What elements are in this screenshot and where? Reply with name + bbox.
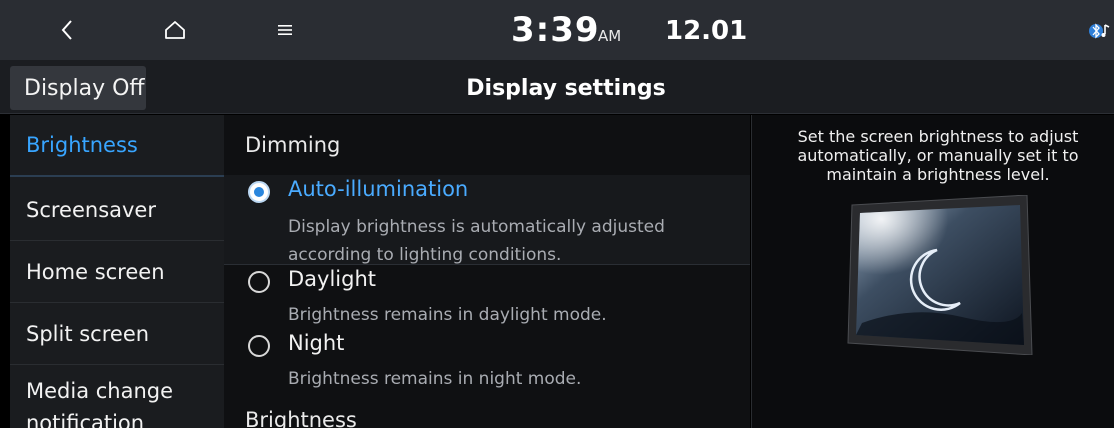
settings-content: Dimming Auto-illumination Display bright… (224, 115, 750, 428)
option-label: Night (288, 331, 345, 355)
option-night[interactable]: Night Brightness remains in night mode. (248, 331, 748, 391)
clock-date: 12.01 (665, 16, 748, 46)
bluetooth-audio-icon (1088, 20, 1114, 42)
sidebar-item-media-change-notification[interactable]: Media change notification (10, 365, 190, 428)
option-auto-illumination[interactable]: Auto-illumination Display brightness is … (248, 177, 748, 267)
sidebar-item-label: Brightness (26, 133, 138, 157)
sidebar: Brightness Screensaver Home screen Split… (10, 115, 224, 428)
radio-unselected-icon[interactable] (248, 271, 270, 293)
status-bar: 3:39 AM 12.01 (0, 0, 1114, 60)
sidebar-item-split-screen[interactable]: Split screen (10, 303, 224, 365)
sidebar-item-home-screen[interactable]: Home screen (10, 241, 224, 303)
clock-time: 3:39 (511, 10, 600, 50)
option-label: Daylight (288, 267, 377, 291)
sidebar-item-label: Split screen (26, 321, 150, 346)
sidebar-item-label: Media change notification (26, 379, 174, 428)
option-description: Brightness remains in daylight mode. (288, 305, 607, 325)
option-description: Display brightness is automatically adju… (288, 217, 665, 265)
option-daylight[interactable]: Daylight Brightness remains in daylight … (248, 267, 748, 327)
home-icon[interactable] (160, 15, 190, 45)
display-monitor-illustration (842, 194, 1042, 356)
header: Display Off Display settings (0, 60, 1114, 114)
sidebar-item-label: Home screen (26, 259, 165, 284)
page-title: Display settings (466, 76, 666, 101)
sidebar-item-label: Screensaver (26, 197, 156, 222)
sidebar-item-screensaver[interactable]: Screensaver (10, 179, 224, 241)
help-panel: Set the screen brightness to adjust auto… (751, 115, 1114, 428)
clock-ampm: AM (598, 27, 622, 45)
display-off-button[interactable]: Display Off (10, 66, 146, 110)
back-icon[interactable] (52, 15, 82, 45)
radio-selected-icon[interactable] (248, 181, 270, 203)
radio-unselected-icon[interactable] (248, 335, 270, 357)
menu-icon[interactable] (270, 15, 300, 45)
option-label: Auto-illumination (288, 177, 469, 201)
option-description: Brightness remains in night mode. (288, 369, 582, 389)
dimming-section-title: Dimming (245, 133, 341, 157)
brightness-section-title: Brightness (245, 408, 357, 428)
help-text: Set the screen brightness to adjust auto… (797, 127, 1079, 184)
sidebar-item-brightness[interactable]: Brightness (10, 115, 224, 177)
